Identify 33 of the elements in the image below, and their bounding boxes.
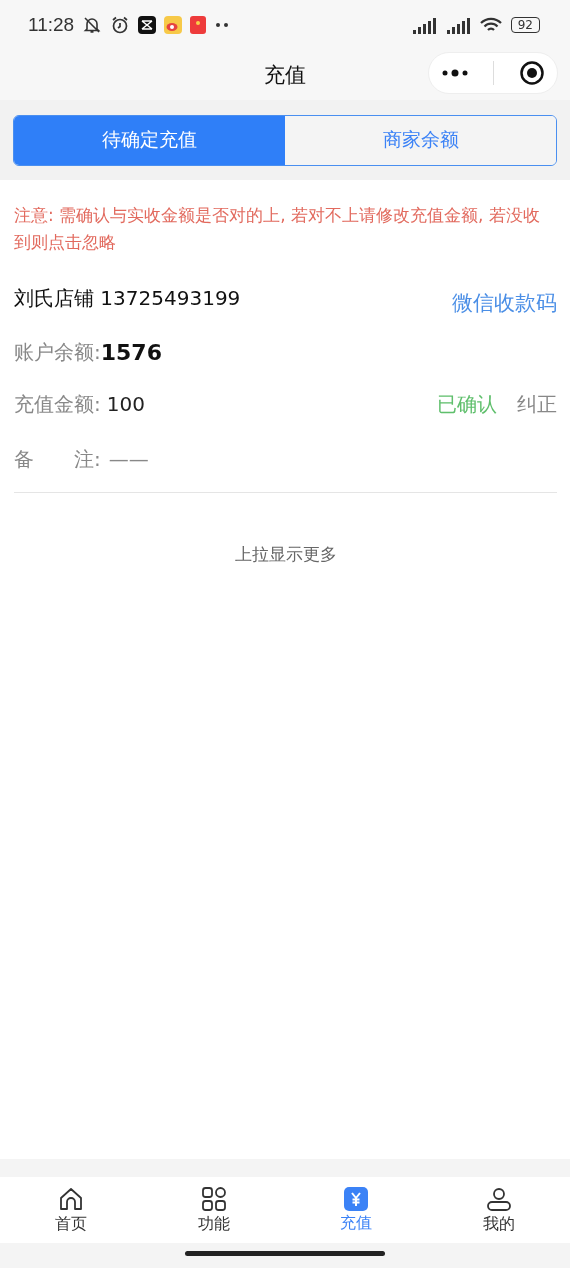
tab-bar-item[interactable]: 首页 [0, 1177, 143, 1243]
grid-icon [200, 1185, 227, 1212]
signal-icon [410, 16, 437, 34]
battery-level: 92 [510, 17, 540, 33]
remark-value: —— [108, 447, 149, 471]
notice-text: 注意: 需确认与实收金额是否对的上, 若对不上请修改充值金额, 若没收到则点击忽略 [14, 204, 541, 254]
yuan-icon [344, 1186, 369, 1211]
balance-value: 1576 [100, 339, 162, 365]
app-icon [138, 16, 157, 34]
confirmed-status[interactable]: 已确认 [437, 390, 497, 418]
home-icon [58, 1185, 85, 1212]
tab-bar-item[interactable]: 我的 [427, 1177, 570, 1243]
balance-label: 账户余额: [14, 338, 101, 366]
remark-label: 备 注: [14, 445, 101, 473]
status-time: 11:28 [28, 14, 75, 36]
signal-icon [444, 16, 471, 34]
bell-off-icon [82, 15, 103, 35]
amount-value: 100 [106, 392, 145, 416]
more-icon[interactable] [441, 68, 470, 78]
user-icon [485, 1185, 512, 1212]
close-target-icon[interactable] [518, 60, 545, 86]
app-icon [164, 16, 183, 34]
envelope-icon [190, 16, 207, 34]
more-dots-icon [214, 22, 231, 28]
amount-label: 充值金额: [14, 390, 101, 418]
tab-bar-item[interactable]: 功能 [142, 1177, 285, 1243]
wechat-qr-link[interactable]: 微信收款码 [452, 279, 557, 317]
shop-name: 刘氏店铺 13725493199 [14, 284, 241, 312]
load-more-hint: 上拉显示更多 [233, 543, 338, 566]
page-title: 充值 [264, 62, 306, 89]
tab-bar-item[interactable]: 充值 [285, 1177, 428, 1243]
tab[interactable]: 待确定充值 [14, 115, 285, 165]
correct-link[interactable]: 纠正 [517, 390, 557, 418]
